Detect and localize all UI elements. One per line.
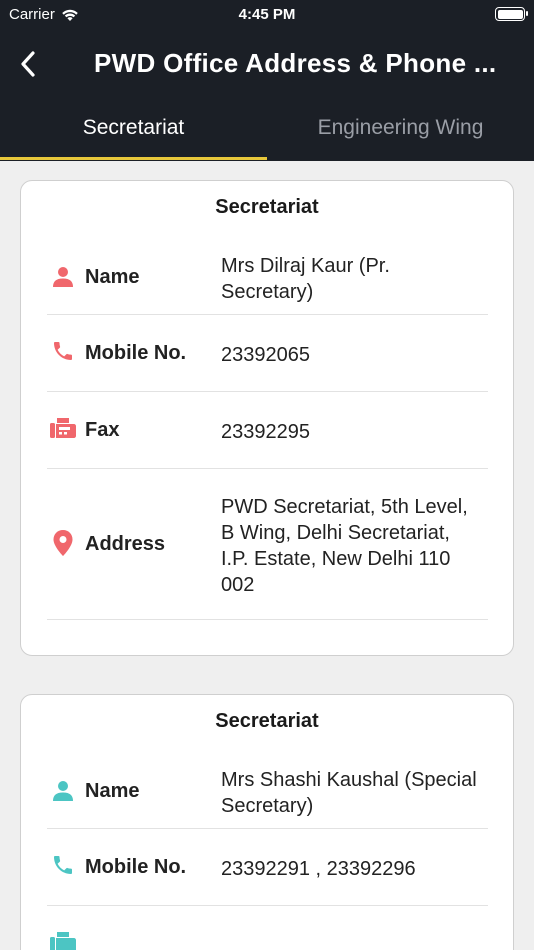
fax-icon: [49, 928, 77, 950]
mobile-row: Mobile No. 23392065: [47, 315, 488, 392]
tab-secretariat[interactable]: Secretariat: [0, 98, 267, 161]
fax-icon: [49, 414, 77, 442]
mobile-label: Mobile No.: [85, 342, 187, 364]
mobile-label: Mobile No.: [85, 856, 187, 878]
mobile-row: Mobile No. 23392291 , 23392296: [47, 829, 488, 906]
navigation-bar: PWD Office Address & Phone ...: [0, 38, 534, 90]
phone-icon: [49, 851, 77, 879]
contact-card: Secretariat Name Mrs Dilraj Kaur (Pr. Se…: [20, 180, 514, 656]
address-row: Address PWD Secretariat, 5th Level, B Wi…: [47, 469, 488, 620]
tab-engineering-wing[interactable]: Engineering Wing: [267, 98, 534, 161]
back-button[interactable]: [10, 46, 46, 82]
battery-icon: [495, 7, 528, 21]
fax-label: Fax: [85, 419, 120, 441]
card-title: Secretariat: [215, 710, 319, 732]
page-title: PWD Office Address & Phone ...: [94, 48, 497, 78]
phone-icon: [49, 337, 77, 365]
fax-value: 23392295: [221, 421, 310, 443]
address-value: PWD Secretariat, 5th Level, B Wing, Delh…: [221, 496, 468, 596]
fax-row: [47, 906, 488, 950]
location-pin-icon: [49, 529, 77, 557]
person-icon: [49, 777, 77, 805]
status-time: 4:45 PM: [238, 6, 296, 23]
status-bar: Carrier 4:45 PM: [0, 0, 534, 30]
name-row: Name Mrs Dilraj Kaur (Pr. Secretary): [47, 239, 488, 315]
name-row: Name Mrs Shashi Kaushal (Special Secreta…: [47, 753, 488, 829]
fax-row: Fax 23392295: [47, 392, 488, 469]
tab-bar: Secretariat Engineering Wing: [0, 98, 534, 161]
app-header: Carrier 4:45 PM PWD Office Address & Pho…: [0, 0, 534, 161]
contact-card: Secretariat Name Mrs Shashi Kaushal (Spe…: [20, 694, 514, 950]
address-label: Address: [85, 533, 166, 555]
name-label: Name: [85, 780, 140, 802]
mobile-value: 23392065: [221, 344, 310, 366]
name-label: Name: [85, 266, 140, 288]
card-title: Secretariat: [215, 196, 319, 218]
name-value: Mrs Shashi Kaushal (Special Secretary): [221, 769, 477, 817]
chevron-left-icon: [21, 51, 35, 77]
mobile-value: 23392291 , 23392296: [221, 858, 416, 880]
name-value: Mrs Dilraj Kaur (Pr. Secretary): [221, 255, 390, 303]
person-icon: [49, 263, 77, 291]
